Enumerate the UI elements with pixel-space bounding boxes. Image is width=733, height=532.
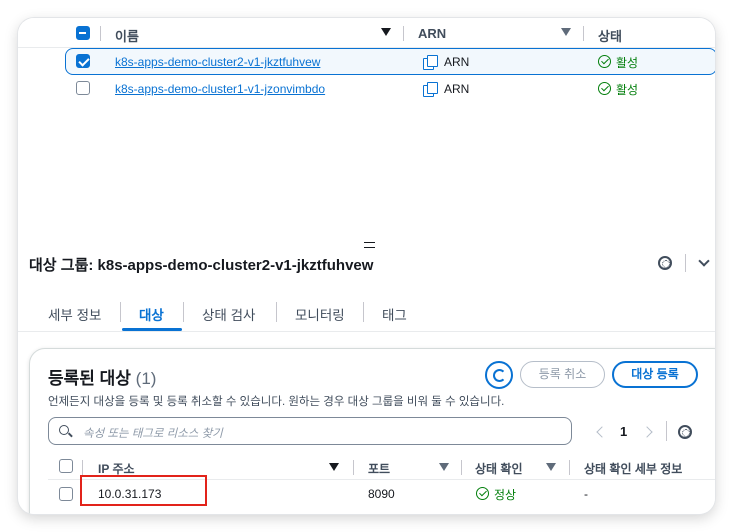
tab-separator bbox=[120, 302, 121, 322]
divider bbox=[685, 254, 686, 272]
column-separator bbox=[403, 26, 404, 41]
select-all-checkbox[interactable] bbox=[76, 26, 90, 40]
tab-monitoring[interactable]: 모니터링 bbox=[295, 304, 345, 324]
top-table-header: 이름 ARN 상태 bbox=[18, 18, 715, 48]
select-all-targets-checkbox[interactable] bbox=[59, 459, 73, 473]
search-placeholder: 속성 또는 태그로 리소스 찾기 bbox=[83, 428, 223, 440]
column-header-name[interactable]: 이름 bbox=[115, 26, 139, 45]
current-page[interactable]: 1 bbox=[620, 424, 627, 439]
app-frame: 이름 ARN 상태 k8s-apps-demo-cluster2-v1-jkzt… bbox=[18, 18, 715, 514]
column-separator bbox=[82, 460, 83, 475]
column-header-status[interactable]: 상태 bbox=[598, 26, 622, 45]
sort-desc-icon[interactable] bbox=[329, 463, 339, 471]
container-title-text: 등록된 대상 bbox=[48, 369, 131, 388]
chevron-down-icon[interactable] bbox=[698, 255, 710, 267]
search-input[interactable]: 속성 또는 태그로 리소스 찾기 bbox=[48, 417, 572, 445]
refresh-icon[interactable] bbox=[485, 361, 513, 389]
column-separator bbox=[353, 460, 354, 475]
tab-separator bbox=[183, 302, 184, 322]
container-title: 등록된 대상 (1) bbox=[48, 364, 156, 389]
search-icon bbox=[59, 425, 69, 435]
panel-title: 대상 그룹: k8s-apps-demo-cluster2-v1-jkztfuh… bbox=[29, 257, 374, 274]
register-targets-button[interactable]: 대상 등록 bbox=[612, 361, 698, 388]
settings-gear-icon[interactable] bbox=[658, 256, 672, 270]
tab-details[interactable]: 세부 정보 bbox=[48, 304, 101, 324]
column-separator bbox=[583, 26, 584, 41]
row-checkbox[interactable] bbox=[76, 54, 90, 68]
highlight-annotation bbox=[80, 475, 207, 506]
sort-icon[interactable] bbox=[439, 463, 449, 471]
tabs-divider bbox=[18, 331, 715, 332]
column-separator bbox=[100, 26, 101, 41]
copy-icon[interactable] bbox=[423, 82, 438, 97]
copy-icon[interactable] bbox=[423, 55, 438, 70]
column-header-health[interactable]: 상태 확인 bbox=[475, 460, 523, 477]
tab-separator bbox=[276, 302, 277, 322]
tab-targets[interactable]: 대상 bbox=[139, 304, 164, 324]
resize-handle[interactable] bbox=[364, 242, 375, 248]
tab-tags[interactable]: 태그 bbox=[382, 304, 407, 324]
target-count: (1) bbox=[135, 369, 157, 388]
tab-separator bbox=[363, 302, 364, 322]
column-separator bbox=[569, 460, 570, 475]
target-group-link[interactable]: k8s-apps-demo-cluster1-v1-jzonvimbdo bbox=[115, 82, 325, 96]
target-group-link[interactable]: k8s-apps-demo-cluster2-v1-jkztfuhvew bbox=[115, 55, 320, 69]
table-settings-gear-icon[interactable] bbox=[678, 425, 692, 439]
target-port: 8090 bbox=[368, 487, 395, 501]
health-detail: - bbox=[584, 487, 588, 501]
status-text: 활성 bbox=[616, 83, 639, 97]
status-ok-icon bbox=[476, 487, 489, 500]
deregister-button[interactable]: 등록 취소 bbox=[520, 361, 605, 388]
column-header-port[interactable]: 포트 bbox=[368, 460, 390, 477]
container-description: 언제든지 대상을 등록 및 등록 취소할 수 있습니다. 원하는 경우 대상 그… bbox=[48, 396, 505, 408]
sort-desc-icon[interactable] bbox=[381, 28, 391, 36]
arn-label: ARN bbox=[444, 82, 470, 96]
sort-icon[interactable] bbox=[546, 463, 556, 471]
status-ok-icon bbox=[598, 82, 611, 95]
health-status: 정상 bbox=[494, 488, 517, 502]
arn-label: ARN bbox=[444, 55, 470, 69]
row-checkbox[interactable] bbox=[76, 81, 90, 95]
status-ok-icon bbox=[598, 55, 611, 68]
column-header-health-detail[interactable]: 상태 확인 세부 정보 bbox=[584, 460, 682, 477]
column-header-arn[interactable]: ARN bbox=[418, 26, 446, 41]
column-separator bbox=[461, 460, 462, 475]
status-text: 활성 bbox=[616, 56, 639, 70]
divider bbox=[666, 421, 667, 441]
target-row-checkbox[interactable] bbox=[59, 487, 73, 501]
tab-health-checks[interactable]: 상태 검사 bbox=[202, 304, 255, 324]
sort-icon[interactable] bbox=[561, 28, 571, 36]
